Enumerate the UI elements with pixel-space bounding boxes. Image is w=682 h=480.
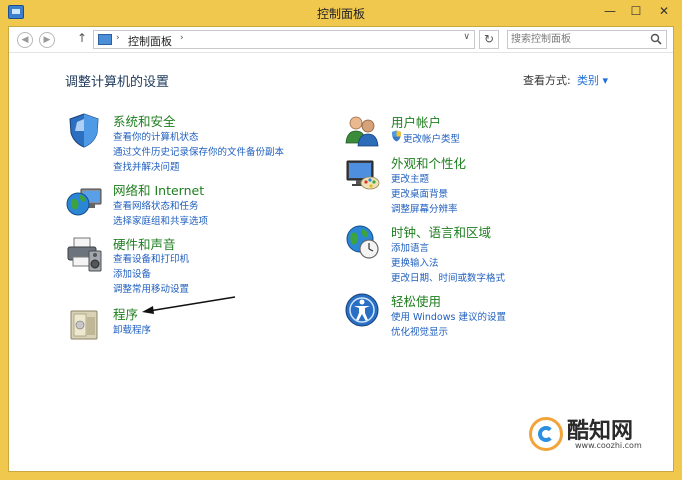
link-mobility-settings[interactable]: 调整常用移动设置 — [113, 281, 189, 295]
link-view-computer-status[interactable]: 查看你的计算机状态 — [113, 129, 199, 143]
category-user-accounts-title[interactable]: 用户帐户 — [391, 112, 441, 131]
path-separator-icon: › — [180, 33, 184, 43]
link-change-input-method[interactable]: 更换输入法 — [391, 255, 439, 269]
link-change-desktop-background[interactable]: 更改桌面背景 — [391, 186, 448, 200]
forward-button[interactable]: ▶ — [39, 32, 55, 48]
monitor-palette-icon[interactable] — [343, 155, 381, 193]
link-view-network-status[interactable]: 查看网络状态和任务 — [113, 198, 199, 212]
watermark-logo-icon — [529, 417, 563, 451]
uac-shield-icon — [392, 130, 401, 142]
minimize-button[interactable]: — — [598, 0, 622, 22]
maximize-button[interactable]: ☐ — [624, 0, 648, 22]
link-homegroup-sharing[interactable]: 选择家庭组和共享选项 — [113, 213, 208, 227]
search-input[interactable] — [511, 32, 641, 47]
category-appearance-title[interactable]: 外观和个性化 — [391, 153, 466, 172]
control-panel-window: 控制面板 — ☐ ✕ ◀ ▶ ↑ › 控制面板 › ∨ ↻ 搜索控制面板 调整计… — [0, 0, 682, 480]
category-programs-title[interactable]: 程序 — [113, 304, 138, 323]
category-clock-language-title[interactable]: 时钟、语言和区域 — [391, 222, 491, 241]
path-separator-icon: › — [116, 33, 120, 43]
ease-of-access-icon[interactable] — [343, 291, 381, 329]
shield-icon[interactable] — [65, 111, 103, 149]
refresh-button[interactable]: ↻ — [479, 30, 499, 49]
view-by-label: 查看方式: — [523, 74, 571, 87]
back-button[interactable]: ◀ — [17, 32, 33, 48]
link-adjust-resolution[interactable]: 调整屏幕分辨率 — [391, 201, 458, 215]
link-change-theme[interactable]: 更改主题 — [391, 171, 429, 185]
address-bar: ◀ ▶ ↑ › 控制面板 › ∨ ↻ — [9, 27, 673, 53]
view-by-dropdown[interactable]: 类别 ▾ — [577, 72, 608, 88]
up-button[interactable]: ↑ — [77, 31, 87, 45]
category-system-security-title[interactable]: 系统和安全 — [113, 111, 176, 130]
search-box[interactable] — [507, 30, 667, 49]
clock-globe-icon[interactable] — [343, 223, 381, 261]
link-change-date-time-format[interactable]: 更改日期、时间或数字格式 — [391, 270, 505, 284]
link-add-device[interactable]: 添加设备 — [113, 266, 151, 280]
breadcrumb-control-panel[interactable]: 控制面板 — [128, 33, 172, 49]
link-optimize-visual-display[interactable]: 优化视觉显示 — [391, 324, 448, 338]
link-uninstall-program[interactable]: 卸载程序 — [113, 322, 151, 336]
link-devices-printers[interactable]: 查看设备和打印机 — [113, 251, 189, 265]
category-network-internet-title[interactable]: 网络和 Internet — [113, 180, 204, 199]
control-panel-path-icon — [98, 34, 112, 45]
printer-speaker-icon[interactable] — [65, 235, 103, 273]
annotation-arrow-icon — [142, 296, 236, 314]
users-icon[interactable] — [343, 111, 381, 149]
category-ease-of-access-title[interactable]: 轻松使用 — [391, 291, 441, 310]
link-change-account-type[interactable]: 更改帐户类型 — [403, 131, 460, 145]
close-button[interactable]: ✕ — [652, 0, 676, 22]
programs-box-icon[interactable] — [65, 305, 103, 343]
address-path-box[interactable]: › 控制面板 › ∨ — [93, 30, 475, 49]
search-icon[interactable] — [650, 33, 662, 45]
network-globe-icon[interactable] — [65, 181, 103, 219]
watermark: 酷知网 www.coozhi.com — [517, 411, 677, 467]
page-title: 调整计算机的设置 — [65, 75, 170, 90]
watermark-url: www.coozhi.com — [575, 441, 642, 450]
window-title: 控制面板 — [316, 7, 365, 21]
link-troubleshoot[interactable]: 查找并解决问题 — [113, 159, 180, 173]
link-file-history-backup[interactable]: 通过文件历史记录保存你的文件备份副本 — [113, 144, 284, 158]
address-dropdown-icon[interactable]: ∨ — [463, 32, 470, 42]
link-recommended-settings[interactable]: 使用 Windows 建议的设置 — [391, 309, 506, 323]
link-add-language[interactable]: 添加语言 — [391, 240, 429, 254]
title-bar[interactable]: 控制面板 — ☐ ✕ — [0, 0, 682, 26]
client-area: ◀ ▶ ↑ › 控制面板 › ∨ ↻ 调整计算机的设置 查看方式: 类别 ▾ — [8, 26, 674, 472]
